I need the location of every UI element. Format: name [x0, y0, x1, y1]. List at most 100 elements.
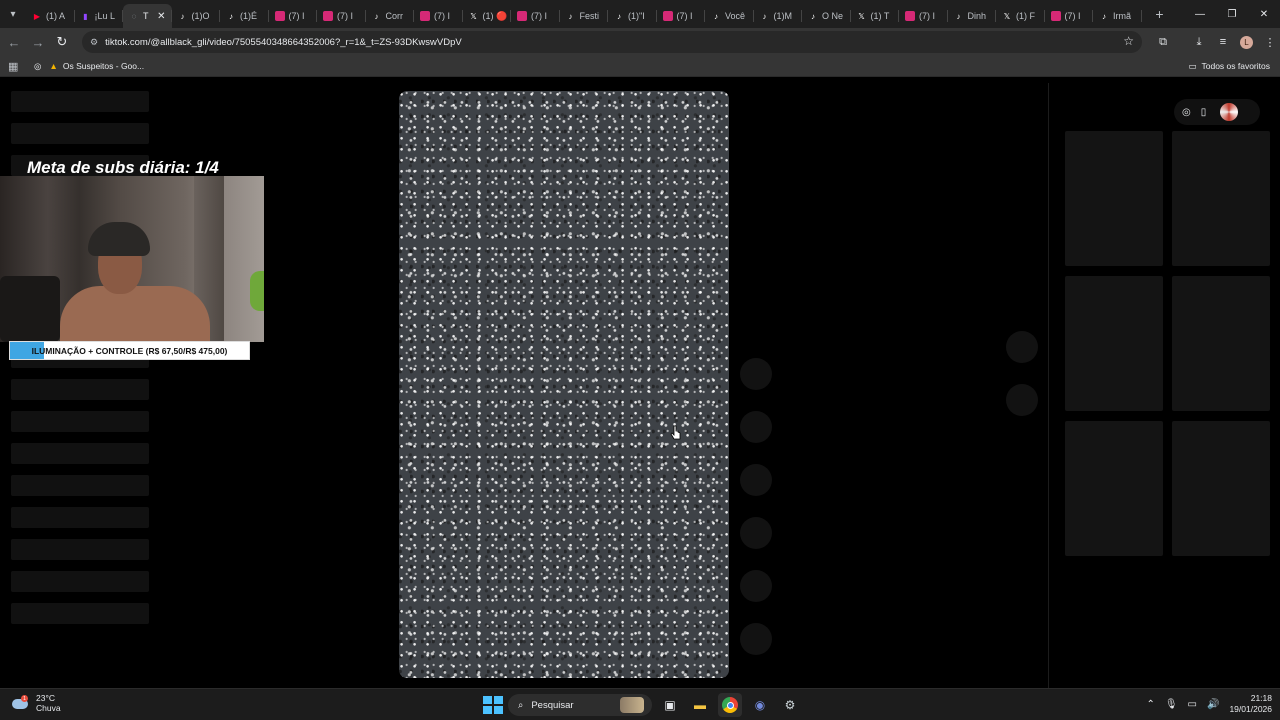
profile-avatar[interactable]: L: [1240, 35, 1253, 49]
browser-tab[interactable]: (7) I: [1045, 4, 1094, 28]
forward-icon[interactable]: →: [26, 30, 50, 54]
taskbar-search[interactable]: ⌕ Pesquisar: [508, 694, 652, 716]
like-button-placeholder[interactable]: [740, 358, 772, 390]
tab-label: (1) A: [46, 11, 66, 21]
tab-label: Você: [725, 11, 746, 21]
browser-tab[interactable]: (7) I: [899, 4, 948, 28]
browser-tab[interactable]: ▮ ¡Lu L: [75, 4, 124, 28]
site-info-icon[interactable]: ⚙: [90, 37, 98, 48]
browser-tab[interactable]: 𝕏 (1) F: [996, 4, 1045, 28]
folder-icon: ▭: [1188, 60, 1197, 71]
url-text[interactable]: tiktok.com/@allblack_gli/video/750554034…: [105, 37, 462, 48]
minimize-icon[interactable]: —: [1184, 9, 1216, 20]
tab-label: Festi: [579, 11, 600, 21]
nav-item-skeleton: [11, 379, 149, 400]
tab-search-icon[interactable]: ▾: [0, 0, 26, 28]
action-button-placeholder[interactable]: [740, 570, 772, 602]
task-view-icon[interactable]: ▣: [658, 693, 682, 717]
tab-strip: ▾ ▶ (1) A ▮ ¡Lu L ◌ T ✕ ♪ (1)O ♪ (1)É (7) I (7) I ♪ Co…: [0, 0, 1280, 28]
tab-label: O Ne: [822, 11, 844, 21]
browser-tab[interactable]: ♪ Irmã: [1093, 4, 1142, 28]
nav-item-skeleton: [11, 411, 149, 432]
restore-icon[interactable]: ❐: [1216, 9, 1248, 20]
reload-icon[interactable]: ↻: [50, 30, 74, 54]
related-video-skeleton: [1065, 276, 1163, 411]
save-button-placeholder[interactable]: [740, 464, 772, 496]
globe-icon: ◌: [131, 11, 137, 21]
sound-button-placeholder[interactable]: [740, 623, 772, 655]
browser-tab[interactable]: (7) I: [511, 4, 560, 28]
browser-tab[interactable]: ♪ (1)É: [220, 4, 269, 28]
microphone-icon[interactable]: 🎙: [1165, 699, 1178, 710]
volume-icon[interactable]: 🔊: [1207, 699, 1219, 710]
extensions-icon[interactable]: ⧉: [1156, 35, 1170, 49]
all-bookmarks-button[interactable]: ▭ Todos os favoritos: [1188, 61, 1270, 72]
compass-icon[interactable]: ◎: [1182, 107, 1191, 118]
tiktok-icon: ♪: [568, 11, 573, 21]
menu-icon[interactable]: ⋮: [1263, 35, 1277, 49]
tab-label: (1)É: [240, 11, 258, 21]
bookmark-label: Os Suspeitos - Goo...: [62, 61, 145, 71]
browser-tab[interactable]: ♪ (1)"I: [608, 4, 657, 28]
bookmark-os-suspeitos[interactable]: ▲ Os Suspeitos - Goo...: [49, 61, 144, 71]
browser-tab[interactable]: (7) I: [269, 4, 318, 28]
search-placeholder: Pesquisar: [531, 699, 574, 711]
weather-widget[interactable]: 1 23°C Chuva: [12, 693, 61, 713]
tab-label: Irmã: [1113, 11, 1131, 21]
discord-icon[interactable]: ◉: [748, 693, 772, 717]
bookmark-globe-icon[interactable]: ◎: [34, 61, 41, 72]
chevron-up-icon[interactable]: ⌃: [1146, 699, 1154, 710]
browser-tab[interactable]: (7) I: [657, 4, 706, 28]
steam-app-icon[interactable]: ⚙: [778, 693, 802, 717]
share-button-placeholder[interactable]: [740, 517, 772, 549]
downloads-icon[interactable]: ⤓: [1192, 35, 1206, 49]
related-video-skeleton: [1065, 421, 1163, 556]
tab-label: Corr: [385, 11, 404, 21]
clock[interactable]: 21:18 19/01/2026: [1229, 693, 1272, 715]
browser-tab[interactable]: ♪ Festi: [560, 4, 609, 28]
address-bar[interactable]: ⚙ tiktok.com/@allblack_gli/video/7505540…: [82, 31, 1142, 53]
media-control-icon[interactable]: ≡: [1216, 35, 1230, 49]
nav-item-skeleton: [11, 539, 149, 560]
tiktok-icon: ♪: [374, 11, 379, 21]
back-icon[interactable]: ←: [2, 30, 26, 54]
nav-item-skeleton: [11, 475, 149, 496]
browser-tab[interactable]: (7) I: [414, 4, 463, 28]
google-drive-icon: ▲: [49, 61, 58, 71]
file-explorer-icon[interactable]: ▬: [688, 693, 712, 717]
browser-tab[interactable]: ♪ (1)M: [754, 4, 803, 28]
chrome-icon[interactable]: [718, 693, 742, 717]
related-video-skeleton: [1172, 421, 1270, 556]
new-tab-button[interactable]: +: [1148, 6, 1172, 22]
browser-tab[interactable]: ♪ Corr: [366, 4, 415, 28]
user-avatar[interactable]: [1220, 103, 1239, 121]
instagram-icon: [905, 11, 915, 21]
browser-tab[interactable]: 𝕏 (1) T: [851, 4, 900, 28]
tab-label: (1) F: [1016, 11, 1035, 21]
browser-tab[interactable]: (7) I: [317, 4, 366, 28]
bookmark-star-icon[interactable]: ☆: [1123, 34, 1134, 48]
browser-tab[interactable]: ♪ Dinh: [948, 4, 997, 28]
clock-date: 19/01/2026: [1229, 704, 1272, 714]
browser-tab[interactable]: ▶ (1) A: [26, 4, 75, 28]
tab-label: (1)M: [773, 11, 793, 21]
browser-tab[interactable]: ◌ T ✕: [123, 4, 172, 28]
display-icon[interactable]: ▭: [1188, 699, 1197, 710]
browser-tab[interactable]: 𝕏 (1) 🔴: [463, 4, 512, 28]
device-icon[interactable]: ▯: [1201, 107, 1207, 118]
close-window-icon[interactable]: ✕: [1248, 9, 1280, 20]
previous-video-button-placeholder[interactable]: [1006, 331, 1038, 363]
browser-tab[interactable]: ♪ O Ne: [802, 4, 851, 28]
browser-tab[interactable]: ♪ (1)O: [172, 4, 221, 28]
apps-grid-icon[interactable]: ▦: [8, 60, 20, 73]
browser-tab[interactable]: ♪ Você: [705, 4, 754, 28]
tab-label: (7) I: [288, 11, 305, 21]
video-player[interactable]: [399, 91, 729, 678]
tab-label: ¡Lu L: [94, 11, 116, 21]
instagram-icon: [1050, 11, 1061, 21]
comment-button-placeholder[interactable]: [740, 411, 772, 443]
windows-start-icon[interactable]: [482, 695, 503, 715]
next-video-button-placeholder[interactable]: [1006, 384, 1038, 416]
tiktok-icon: ♪: [762, 11, 767, 21]
tab-close-icon[interactable]: ✕: [157, 11, 165, 22]
